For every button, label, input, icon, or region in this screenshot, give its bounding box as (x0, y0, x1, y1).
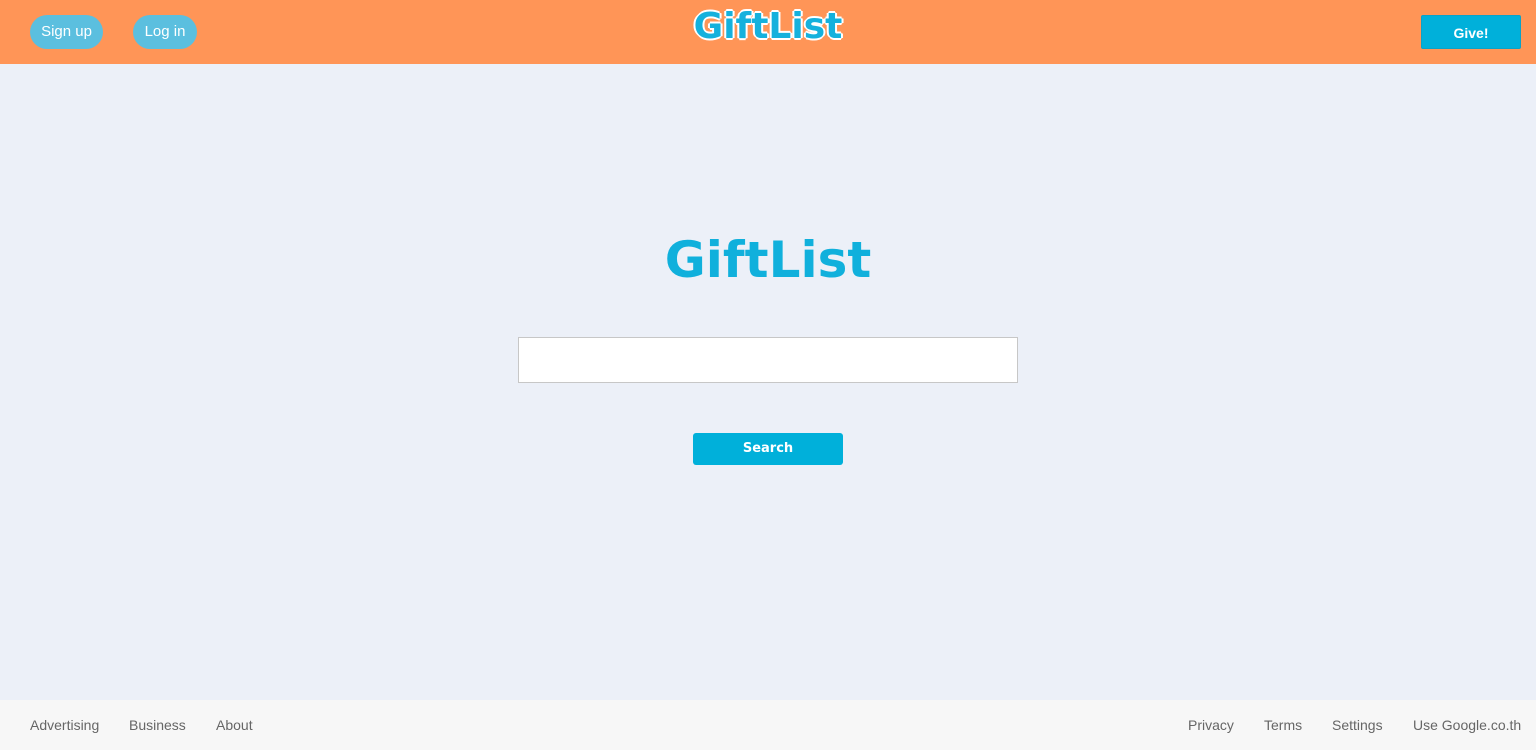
footer-link-advertising[interactable]: Advertising (30, 700, 99, 750)
sign-up-button[interactable]: Sign up (30, 15, 103, 49)
search-input[interactable] (518, 337, 1018, 383)
footer-link-terms[interactable]: Terms (1264, 700, 1302, 750)
footer-link-privacy[interactable]: Privacy (1188, 700, 1234, 750)
main-logo: GiftList (664, 231, 872, 289)
give-button[interactable]: Give! (1421, 15, 1521, 49)
footer-link-about[interactable]: About (216, 700, 253, 750)
footer: Advertising Business About Privacy Terms… (0, 700, 1536, 750)
top-bar: Sign up Log in GiftList Give! (0, 0, 1536, 64)
footer-link-settings[interactable]: Settings (1332, 700, 1383, 750)
footer-link-use-google[interactable]: Use Google.co.th (1413, 700, 1521, 750)
header-logo: GiftList (693, 5, 843, 48)
log-in-button[interactable]: Log in (133, 15, 197, 49)
footer-link-business[interactable]: Business (129, 700, 186, 750)
search-button[interactable]: Search (693, 433, 843, 465)
